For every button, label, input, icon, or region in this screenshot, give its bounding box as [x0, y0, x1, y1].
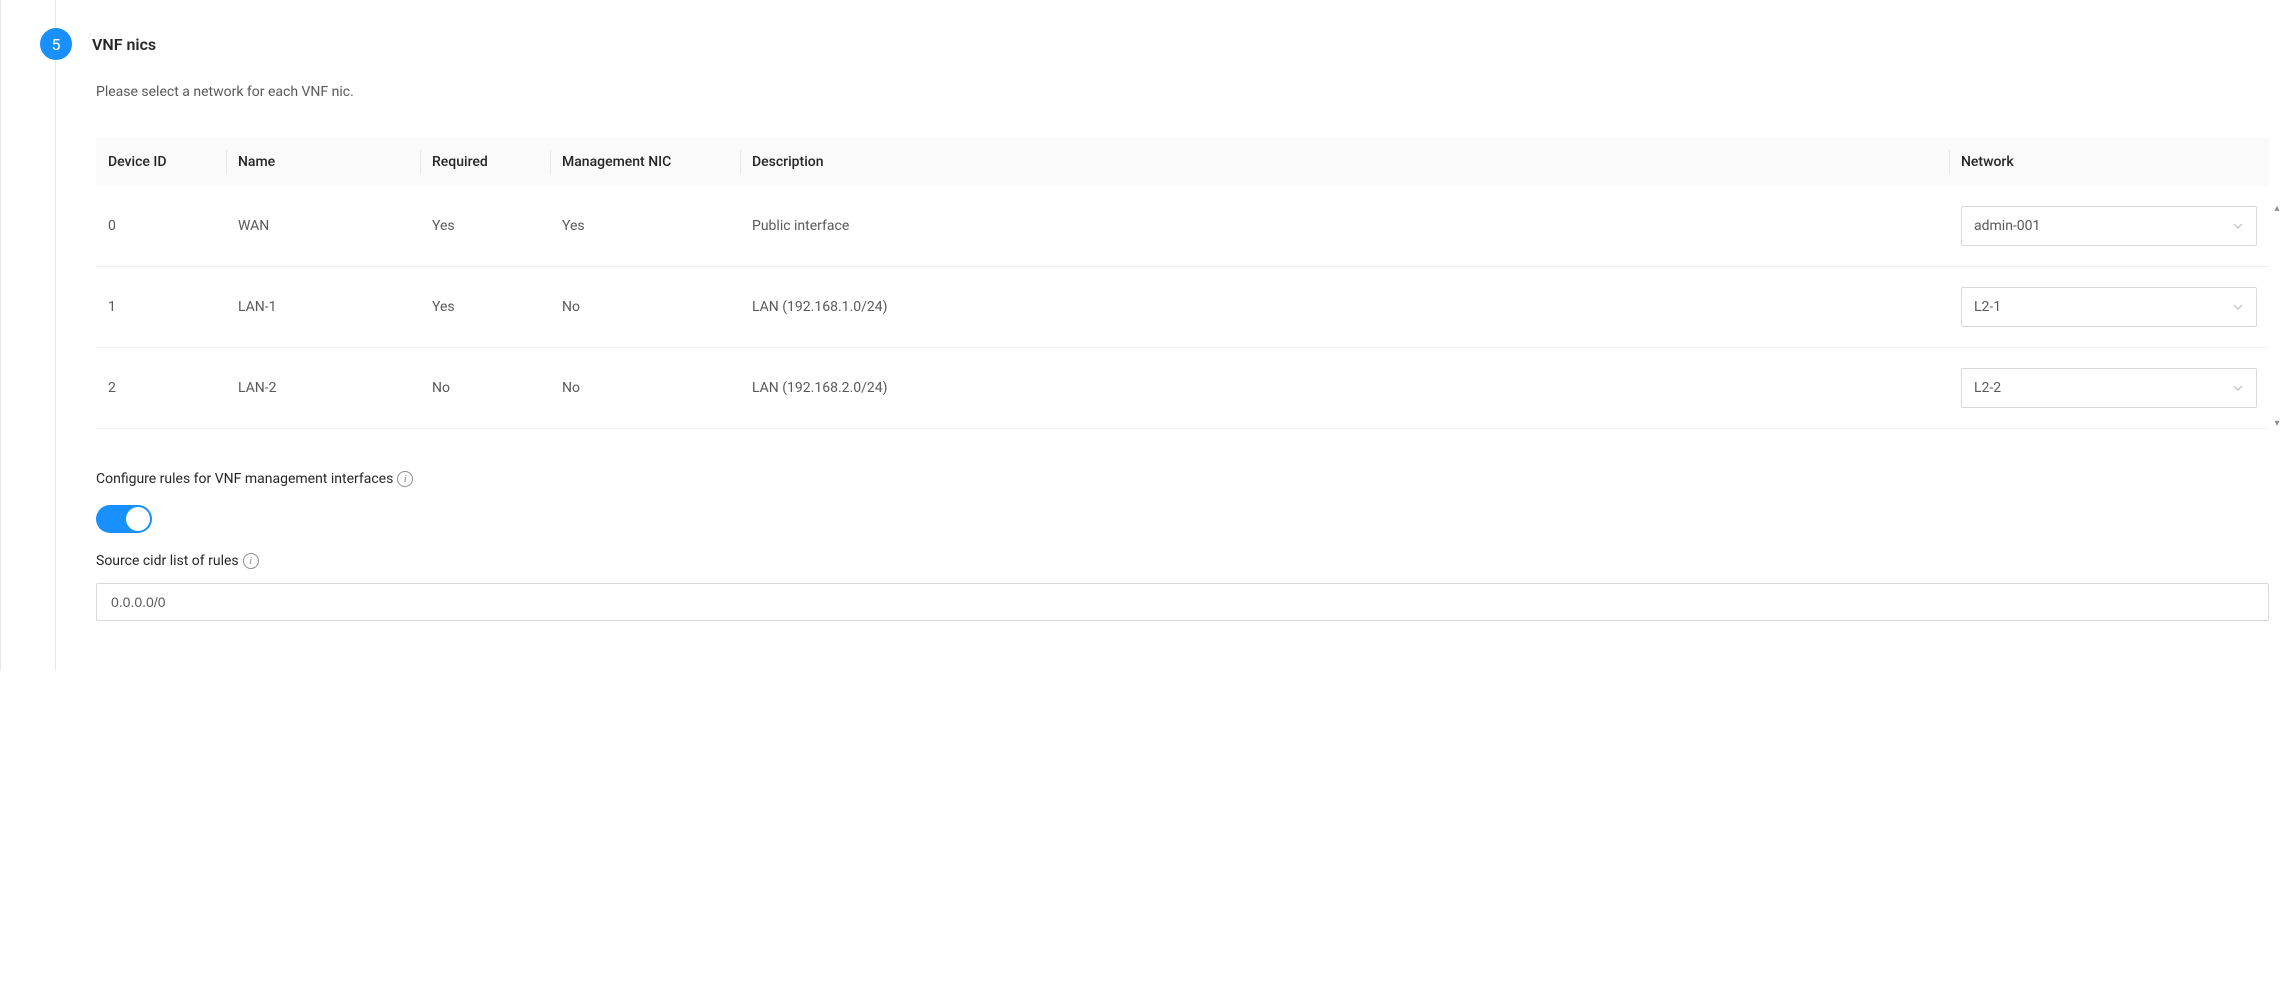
cell-name: LAN-1	[226, 267, 420, 348]
select-value: admin-001	[1974, 218, 2040, 234]
step-header: 5 VNF nics	[40, 0, 2289, 60]
scroll-down-icon: ▾	[2271, 419, 2283, 429]
info-icon[interactable]: i	[243, 553, 259, 569]
cell-device-id: 2	[96, 348, 226, 429]
network-select-row-1[interactable]: L2-1	[1961, 287, 2257, 327]
cidr-input[interactable]	[96, 583, 2269, 621]
config-rules-toggle[interactable]	[96, 505, 152, 533]
config-rules-text: Configure rules for VNF management inter…	[96, 471, 393, 487]
network-select-row-0[interactable]: admin-001	[1961, 206, 2257, 246]
th-required: Required	[420, 138, 550, 186]
cell-mgmt: No	[550, 267, 740, 348]
cidr-label-text: Source cidr list of rules	[96, 553, 239, 569]
table-row: 0 WAN Yes Yes Public interface admin-001	[96, 186, 2269, 267]
cell-name: LAN-2	[226, 348, 420, 429]
network-select-row-2[interactable]: L2-2	[1961, 368, 2257, 408]
th-device-id: Device ID	[96, 138, 226, 186]
th-network: Network	[1949, 138, 2269, 186]
cell-device-id: 0	[96, 186, 226, 267]
cell-required: Yes	[420, 267, 550, 348]
config-rules-label: Configure rules for VNF management inter…	[96, 471, 2269, 487]
left-rail	[0, 0, 56, 670]
cell-description: LAN (192.168.2.0/24)	[740, 348, 1949, 429]
toggle-knob	[126, 507, 150, 531]
step-number-badge: 5	[40, 28, 72, 60]
cell-name: WAN	[226, 186, 420, 267]
table-row: 2 LAN-2 No No LAN (192.168.2.0/24) L2-2	[96, 348, 2269, 429]
table-row: 1 LAN-1 Yes No LAN (192.168.1.0/24) L2-1	[96, 267, 2269, 348]
step-description: Please select a network for each VNF nic…	[96, 84, 2269, 100]
chevron-down-icon	[2232, 301, 2244, 313]
cell-device-id: 1	[96, 267, 226, 348]
chevron-down-icon	[2232, 220, 2244, 232]
cidr-label: Source cidr list of rules i	[96, 553, 2269, 569]
th-name: Name	[226, 138, 420, 186]
select-value: L2-2	[1974, 380, 2001, 396]
cell-required: No	[420, 348, 550, 429]
step-title: VNF nics	[92, 35, 156, 54]
th-description: Description	[740, 138, 1949, 186]
nic-table: Device ID Name Required Management NIC D…	[96, 138, 2269, 429]
cell-mgmt: No	[550, 348, 740, 429]
scroll-up-icon: ▴	[2271, 204, 2283, 214]
th-mgmt-nic: Management NIC	[550, 138, 740, 186]
cell-description: Public interface	[740, 186, 1949, 267]
cell-mgmt: Yes	[550, 186, 740, 267]
select-value: L2-1	[1974, 299, 2001, 315]
table-scrollbar[interactable]: ▴ ▾	[2271, 204, 2283, 429]
info-icon[interactable]: i	[397, 471, 413, 487]
cell-description: LAN (192.168.1.0/24)	[740, 267, 1949, 348]
chevron-down-icon	[2232, 382, 2244, 394]
cell-required: Yes	[420, 186, 550, 267]
nic-table-wrapper: Device ID Name Required Management NIC D…	[96, 138, 2269, 429]
